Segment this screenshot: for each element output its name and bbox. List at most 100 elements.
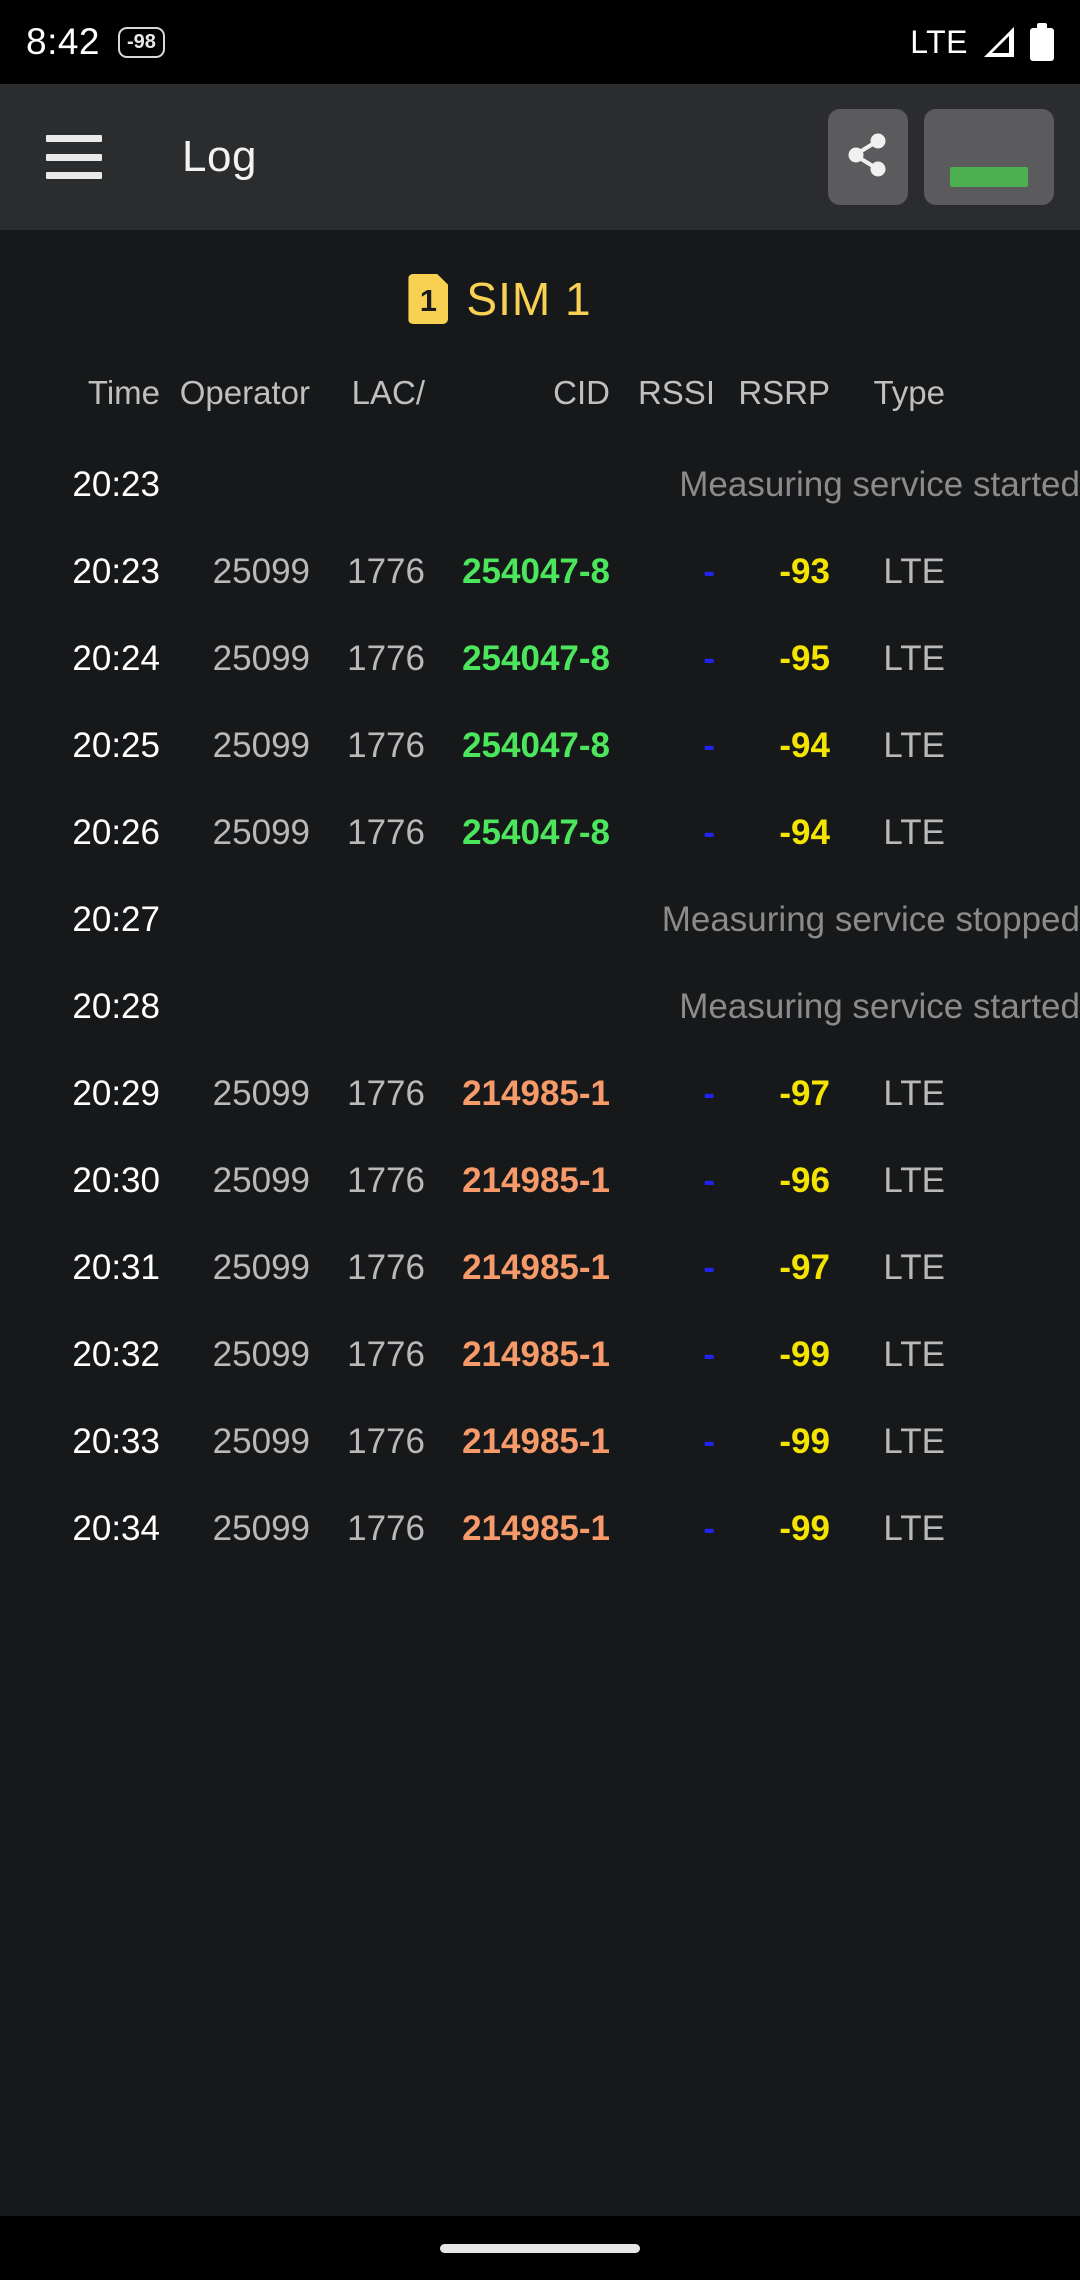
column-header-type[interactable]: Type	[830, 352, 945, 442]
sim-section-label: SIM 1	[466, 273, 592, 325]
table-row[interactable]: 20:29 25099 1776 214985-1 - -97 LTE	[0, 1051, 1080, 1138]
column-header-operator[interactable]: Operator	[160, 352, 310, 442]
column-header-rsrp[interactable]: RSRP	[715, 352, 830, 442]
cell-type: LTE	[883, 639, 945, 678]
cell-spacer	[945, 1051, 1080, 1138]
cell-lac: 1776	[347, 1161, 425, 1200]
app-toolbar: Log	[0, 84, 1080, 230]
system-navigation-bar	[0, 2216, 1080, 2280]
network-type-label: LTE	[910, 23, 968, 60]
cell-cid: 214985-1	[462, 1422, 610, 1461]
sim-toggle-button[interactable]	[924, 109, 1054, 205]
status-bar: 8:42 -98 LTE	[0, 0, 1080, 84]
table-row[interactable]: 20:26 25099 1776 254047-8 - -94 LTE	[0, 790, 1080, 877]
cell-rssi: -	[703, 1509, 715, 1548]
hamburger-menu-icon[interactable]	[46, 135, 102, 179]
sim-chip-number: 1	[419, 282, 438, 318]
cell-type: LTE	[883, 1422, 945, 1461]
cell-rssi: -	[703, 726, 715, 765]
table-row[interactable]: 20:31 25099 1776 214985-1 - -97 LTE	[0, 1225, 1080, 1312]
cell-rsrp: -96	[779, 1161, 830, 1200]
table-row[interactable]: 20:23 Measuring service started	[0, 442, 1080, 529]
home-indicator[interactable]	[440, 2243, 640, 2253]
cell-lac: 1776	[347, 1509, 425, 1548]
column-header-rssi[interactable]: RSSI	[610, 352, 715, 442]
notification-badge: -98	[118, 26, 165, 58]
sim-card-icon: 1	[408, 274, 449, 324]
cell-rssi: -	[703, 813, 715, 852]
cell-type: LTE	[883, 1074, 945, 1113]
cell-operator: 25099	[212, 1422, 310, 1461]
cell-message: Measuring service stopped	[661, 900, 1080, 939]
table-row[interactable]: 20:25 25099 1776 254047-8 - -94 LTE	[0, 703, 1080, 790]
page-title: Log	[182, 132, 257, 181]
log-table: Time Operator LAC/ CID RSSI RSRP Type 20…	[0, 352, 1080, 1573]
cell-message: Measuring service started	[679, 465, 1080, 504]
cell-spacer	[945, 1486, 1080, 1573]
cell-rsrp: -97	[779, 1248, 830, 1287]
cell-rsrp: -93	[779, 552, 830, 591]
table-row[interactable]: 20:30 25099 1776 214985-1 - -96 LTE	[0, 1138, 1080, 1225]
cell-rssi: -	[703, 1335, 715, 1374]
cell-type: LTE	[883, 813, 945, 852]
table-row[interactable]: 20:28 Measuring service started	[0, 964, 1080, 1051]
cell-spacer	[945, 1138, 1080, 1225]
cell-operator: 25099	[212, 813, 310, 852]
cell-lac: 1776	[347, 552, 425, 591]
share-icon	[845, 131, 891, 184]
cell-lac: 1776	[347, 1335, 425, 1374]
cell-cid: 214985-1	[462, 1335, 610, 1374]
column-header-cid[interactable]: CID	[425, 352, 610, 442]
cell-operator: 25099	[212, 1074, 310, 1113]
cell-operator: 25099	[212, 1161, 310, 1200]
cell-rssi: -	[703, 1422, 715, 1461]
cell-lac: 1776	[347, 813, 425, 852]
cell-rsrp: -94	[779, 813, 830, 852]
cell-type: LTE	[883, 726, 945, 765]
column-header-lac[interactable]: LAC/	[310, 352, 425, 442]
cell-rsrp: -97	[779, 1074, 830, 1113]
cell-cid: 254047-8	[462, 813, 610, 852]
cell-message: Measuring service started	[679, 987, 1080, 1026]
table-row[interactable]: 20:27 Measuring service stopped	[0, 877, 1080, 964]
cell-type: LTE	[883, 1335, 945, 1374]
cell-rsrp: -99	[779, 1335, 830, 1374]
table-row[interactable]: 20:24 25099 1776 254047-8 - -95 LTE	[0, 616, 1080, 703]
cell-time: 20:33	[72, 1422, 160, 1461]
cell-time: 20:34	[72, 1509, 160, 1548]
toolbar-actions	[828, 109, 1054, 205]
log-content[interactable]: 1 SIM 1 Time Operator LAC/ CID RSSI RSRP…	[0, 230, 1080, 2216]
cell-time: 20:26	[72, 813, 160, 852]
cell-lac: 1776	[347, 639, 425, 678]
cell-operator: 25099	[212, 1509, 310, 1548]
log-table-header: Time Operator LAC/ CID RSSI RSRP Type	[0, 352, 1080, 442]
column-header-time[interactable]: Time	[0, 352, 160, 442]
sim-section-header: 1 SIM 1	[0, 230, 1080, 352]
table-row[interactable]: 20:33 25099 1776 214985-1 - -99 LTE	[0, 1399, 1080, 1486]
cell-type: LTE	[883, 1509, 945, 1548]
cell-spacer	[945, 1399, 1080, 1486]
cell-time: 20:23	[72, 552, 160, 591]
cell-spacer	[945, 529, 1080, 616]
cell-cid: 254047-8	[462, 639, 610, 678]
cell-operator: 25099	[212, 1248, 310, 1287]
table-row[interactable]: 20:32 25099 1776 214985-1 - -99 LTE	[0, 1312, 1080, 1399]
cell-cid: 254047-8	[462, 726, 610, 765]
cell-rssi: -	[703, 1161, 715, 1200]
table-row[interactable]: 20:34 25099 1776 214985-1 - -99 LTE	[0, 1486, 1080, 1573]
cell-cid: 214985-1	[462, 1074, 610, 1113]
share-button[interactable]	[828, 109, 908, 205]
signal-triangle-icon	[980, 25, 1018, 59]
cell-rsrp: -95	[779, 639, 830, 678]
cell-spacer	[945, 703, 1080, 790]
cell-time: 20:23	[72, 465, 160, 504]
cell-spacer	[945, 790, 1080, 877]
table-row[interactable]: 20:23 25099 1776 254047-8 - -93 LTE	[0, 529, 1080, 616]
cell-time: 20:31	[72, 1248, 160, 1287]
cell-lac: 1776	[347, 1422, 425, 1461]
cell-time: 20:27	[72, 900, 160, 939]
cell-rssi: -	[703, 639, 715, 678]
cell-type: LTE	[883, 552, 945, 591]
cell-cid: 214985-1	[462, 1509, 610, 1548]
status-bar-right: LTE	[910, 23, 1054, 61]
